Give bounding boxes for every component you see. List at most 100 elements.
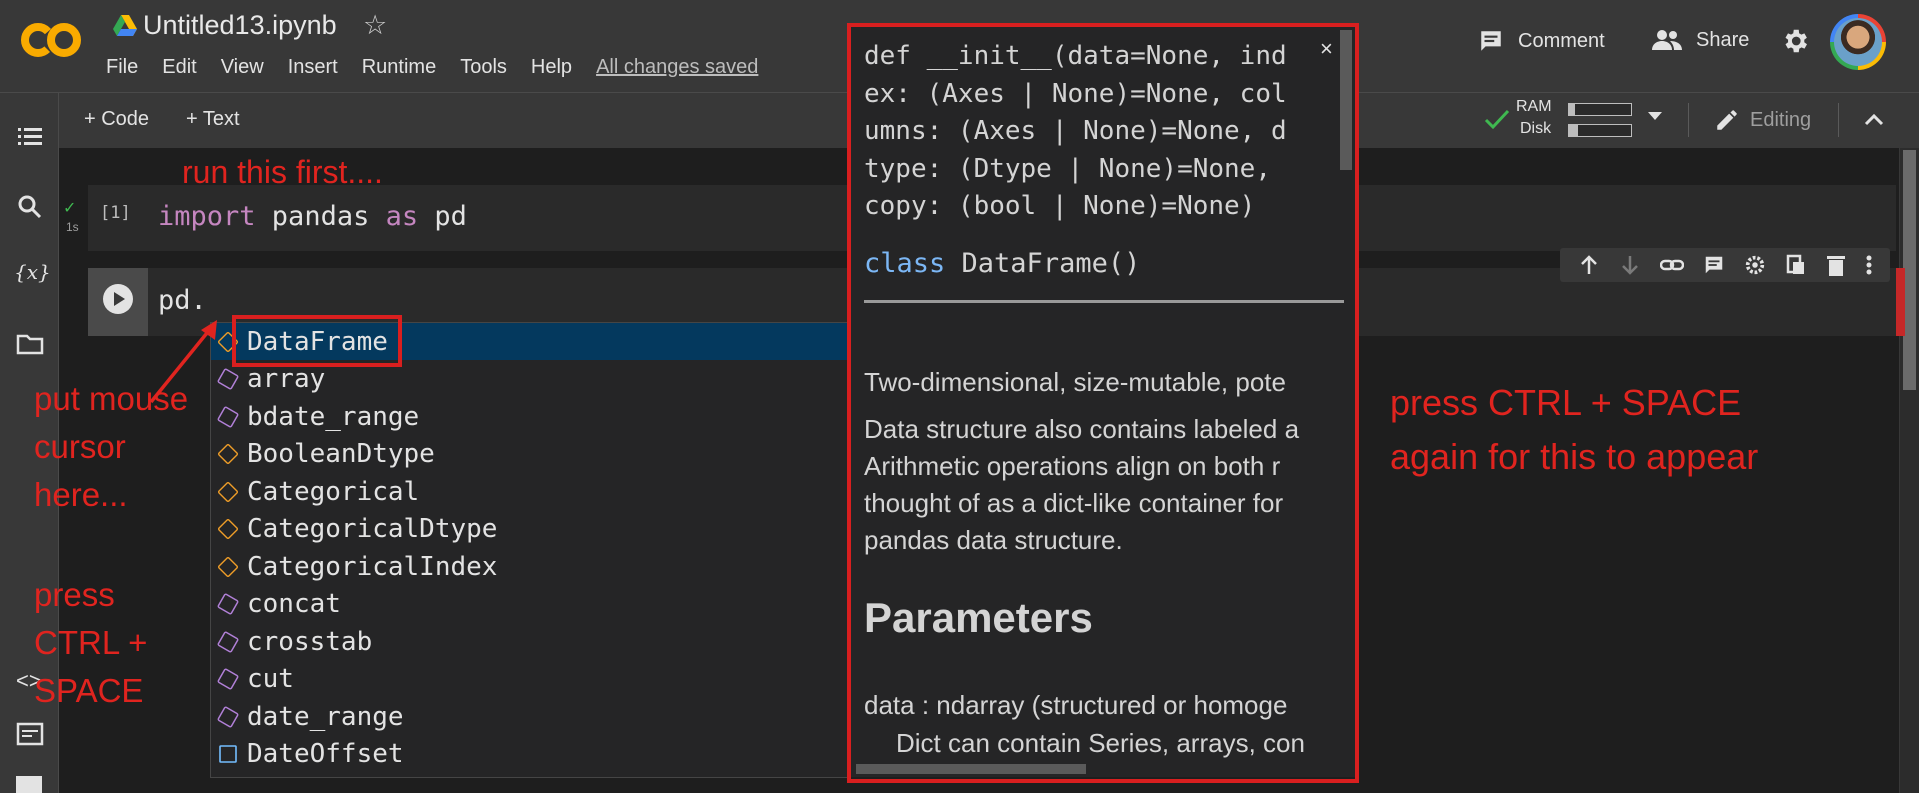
annotation-press-again: press CTRL + SPACE again for this to app… xyxy=(1390,382,1759,477)
autocomplete-item[interactable]: date_range xyxy=(211,698,848,735)
connected-check-icon xyxy=(1484,109,1510,130)
menu-view[interactable]: View xyxy=(221,56,264,79)
variables-icon[interactable]: {𝑥} xyxy=(14,260,51,284)
disk-label: Disk xyxy=(1520,120,1552,137)
disk-meter-fill xyxy=(1569,125,1579,136)
pencil-icon xyxy=(1717,110,1737,130)
colab-logo[interactable] xyxy=(20,18,82,62)
resource-monitor[interactable]: RAM Disk xyxy=(1484,96,1664,142)
add-code-button[interactable]: + Code xyxy=(84,108,149,131)
autocomplete-item-label: DateOffset xyxy=(247,739,404,769)
comment-label: Comment xyxy=(1518,29,1605,52)
doc-panel-highlight-box xyxy=(847,23,1359,783)
people-icon xyxy=(1652,30,1682,50)
module-name: pandas xyxy=(255,201,386,232)
autocomplete-item-label: date_range xyxy=(247,701,404,732)
annotation-put-mouse: put mouse cursor here... xyxy=(34,380,189,513)
link-icon[interactable] xyxy=(1659,254,1684,276)
menu-file[interactable]: File xyxy=(106,56,138,79)
command-palette-icon[interactable] xyxy=(16,720,44,748)
menu-edit[interactable]: Edit xyxy=(162,56,196,79)
autocomplete-item[interactable]: Categorical xyxy=(211,473,848,510)
annotation-press-ctrl-space: press CTRL + SPACE xyxy=(34,576,148,709)
toolbar-divider xyxy=(1838,103,1839,137)
table-of-contents-icon[interactable] xyxy=(16,123,44,151)
cell-exec-time: 1s xyxy=(66,220,79,234)
run-cell-button[interactable] xyxy=(103,284,133,314)
arrow-up-icon[interactable] xyxy=(1578,254,1600,276)
autocomplete-item[interactable]: DateOffset xyxy=(211,736,848,773)
menu-help[interactable]: Help xyxy=(531,56,572,79)
share-button[interactable]: Share xyxy=(1652,28,1749,52)
editing-mode-button[interactable]: Editing xyxy=(1714,107,1811,133)
search-icon[interactable] xyxy=(16,193,44,221)
comment-icon[interactable] xyxy=(1703,254,1725,276)
chevron-up-icon[interactable] xyxy=(1862,108,1886,132)
ram-meter xyxy=(1568,103,1632,116)
autocomplete-item[interactable]: cut xyxy=(211,661,848,698)
keyword-import: import xyxy=(158,201,256,232)
method-icon xyxy=(216,705,240,728)
gear-icon[interactable] xyxy=(1780,26,1810,56)
avatar[interactable] xyxy=(1830,14,1886,70)
menu-bar: File Edit View Insert Runtime Tools Help… xyxy=(106,56,782,79)
arrow-down-icon[interactable] xyxy=(1619,254,1641,276)
autocomplete-item-label: concat xyxy=(247,589,341,619)
ram-meter-fill xyxy=(1569,104,1576,115)
alias-name: pd xyxy=(418,201,467,232)
star-icon[interactable]: ☆ xyxy=(363,10,387,41)
autocomplete-item-label: crosstab xyxy=(247,626,373,657)
comment-icon xyxy=(1481,31,1501,51)
menu-insert[interactable]: Insert xyxy=(288,56,338,79)
autocomplete-item[interactable]: CategoricalIndex xyxy=(211,548,848,585)
share-label: Share xyxy=(1696,28,1750,51)
autocomplete-item-label: bdate_range xyxy=(247,401,420,432)
execution-count: [1] xyxy=(100,203,131,223)
delete-icon[interactable] xyxy=(1826,254,1846,276)
class-icon xyxy=(217,480,239,503)
method-icon xyxy=(216,667,240,691)
save-status[interactable]: All changes saved xyxy=(596,56,758,79)
add-text-button[interactable]: + Text xyxy=(186,108,240,131)
terminal-icon[interactable] xyxy=(16,776,42,793)
gear-icon[interactable] xyxy=(1744,254,1766,276)
autocomplete-item[interactable]: BooleanDtype xyxy=(211,436,848,473)
google-drive-icon xyxy=(113,15,137,36)
class-icon xyxy=(217,443,239,465)
cell-toolbar xyxy=(1560,248,1890,282)
autocomplete-item-label: CategoricalIndex xyxy=(247,551,498,582)
mirror-cell-icon[interactable] xyxy=(1785,254,1807,276)
ram-label: RAM xyxy=(1516,98,1552,115)
autocomplete-item[interactable]: crosstab xyxy=(211,623,848,660)
autocomplete-item-label: array xyxy=(247,364,326,394)
cell-2-code[interactable]: pd. xyxy=(158,285,207,316)
check-icon: ✓ xyxy=(63,200,77,217)
method-icon xyxy=(216,405,240,428)
cell-1-code[interactable]: import pandas as pd xyxy=(158,201,467,232)
autocomplete-item-label: CategoricalDtype xyxy=(247,514,498,544)
autocomplete-item-label: cut xyxy=(247,664,294,694)
annotation-run-first: run this first.... xyxy=(182,154,383,190)
keyword-as: as xyxy=(385,201,419,232)
enum-icon xyxy=(219,745,237,763)
autocomplete-item[interactable]: concat xyxy=(211,586,848,623)
more-vert-icon[interactable] xyxy=(1865,254,1873,276)
disk-meter xyxy=(1568,124,1632,137)
autocomplete-item-label: BooleanDtype xyxy=(247,439,435,469)
menu-runtime[interactable]: Runtime xyxy=(362,56,436,79)
autocomplete-item-label: Categorical xyxy=(247,476,420,507)
toolbar-divider xyxy=(1688,103,1689,137)
class-icon xyxy=(217,518,239,540)
notebook-title[interactable]: Untitled13.ipynb xyxy=(143,10,337,41)
folder-icon[interactable] xyxy=(16,330,44,358)
class-icon xyxy=(217,555,239,578)
autocomplete-item[interactable]: CategoricalDtype xyxy=(211,511,848,548)
autocomplete-list[interactable]: DataFrame array bdate_range BooleanDtype Cat… xyxy=(210,322,849,778)
comment-button[interactable]: Comment xyxy=(1478,28,1605,54)
method-icon xyxy=(216,630,240,653)
method-icon xyxy=(216,592,240,616)
chevron-down-icon[interactable] xyxy=(1648,112,1662,122)
menu-tools[interactable]: Tools xyxy=(460,56,507,79)
editing-label: Editing xyxy=(1750,108,1812,131)
autocomplete-item[interactable]: bdate_range xyxy=(211,398,848,435)
